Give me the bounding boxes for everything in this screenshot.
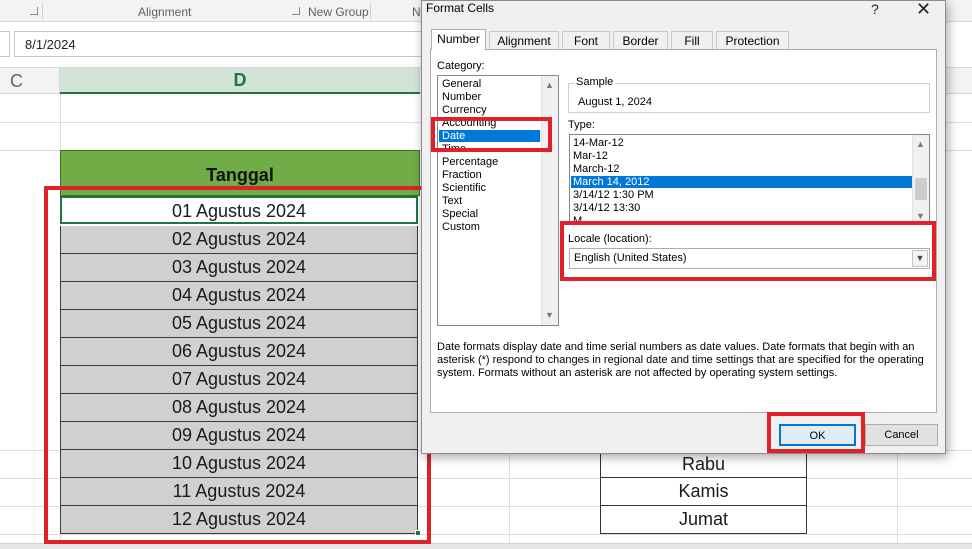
ribbon-group-n: N (412, 5, 421, 19)
sample-value: August 1, 2024 (578, 96, 653, 108)
type-label: Type: (568, 119, 595, 131)
scroll-thumb[interactable] (915, 178, 927, 200)
type-item[interactable]: Mar-12 (573, 150, 608, 162)
highlight-date-range (44, 186, 431, 544)
name-box[interactable] (0, 31, 10, 57)
formula-input[interactable]: 8/1/2024 (14, 31, 464, 57)
dialog-launcher-icon[interactable] (30, 7, 38, 15)
category-item[interactable]: Special (442, 208, 478, 220)
category-label: Category: (437, 60, 485, 72)
category-item[interactable]: General (442, 78, 481, 90)
type-list[interactable]: 14-Mar-12 Mar-12 March-12 March 14, 2012… (569, 134, 930, 224)
category-item[interactable]: Number (442, 91, 481, 103)
tab-number[interactable]: Number (431, 29, 486, 50)
category-item[interactable]: Scientific (442, 182, 486, 194)
category-item[interactable]: Currency (442, 104, 487, 116)
category-list[interactable]: General Number Currency Accounting Date … (437, 75, 559, 326)
tab-alignment[interactable]: Alignment (489, 31, 559, 50)
ribbon-group-alignment: Alignment (138, 5, 192, 19)
type-item[interactable]: 14-Mar-12 (573, 137, 624, 149)
highlight-locale (560, 221, 936, 281)
highlight-date-category (431, 117, 552, 152)
tab-font[interactable]: Font (562, 31, 610, 50)
type-item[interactable]: 3/14/12 1:30 PM (573, 189, 654, 201)
day-cell[interactable]: Jumat (600, 506, 807, 534)
dialog-title: Format Cells (426, 1, 495, 15)
alignment-launcher-icon[interactable] (292, 7, 300, 15)
day-cell[interactable]: Kamis (600, 478, 807, 506)
category-scrollbar[interactable]: ▲ ▼ (541, 76, 558, 325)
category-item[interactable]: Custom (442, 221, 480, 233)
cancel-button[interactable]: Cancel (865, 424, 938, 446)
tab-border[interactable]: Border (613, 31, 668, 50)
ribbon-separator (42, 3, 43, 19)
category-item[interactable]: Percentage (442, 156, 498, 168)
highlight-ok-button (767, 412, 865, 453)
type-item[interactable]: March-12 (573, 163, 619, 175)
scroll-down-icon[interactable]: ▼ (545, 310, 554, 320)
category-item[interactable]: Text (442, 195, 462, 207)
column-header-c[interactable]: C (0, 68, 60, 94)
day-cell[interactable]: Rabu (600, 450, 807, 478)
scroll-up-icon[interactable]: ▲ (545, 80, 554, 90)
type-scrollbar[interactable]: ▲ ▼ (912, 135, 929, 223)
help-icon[interactable]: ? (871, 1, 879, 17)
type-item[interactable]: 3/14/12 13:30 (573, 202, 640, 214)
tab-protection[interactable]: Protection (716, 31, 789, 50)
ribbon-separator (370, 3, 371, 19)
format-description: Date formats display date and time seria… (437, 341, 924, 379)
type-item-selected[interactable]: March 14, 2012 (571, 176, 912, 188)
sample-label: Sample (574, 76, 616, 88)
column-header-d[interactable]: D (60, 68, 420, 94)
tab-fill[interactable]: Fill (671, 31, 713, 50)
scroll-up-icon[interactable]: ▲ (916, 139, 925, 149)
scroll-down-icon[interactable]: ▼ (916, 211, 925, 221)
category-item[interactable]: Fraction (442, 169, 482, 181)
ribbon-group-new-group: New Group (308, 5, 369, 19)
close-icon[interactable]: ✕ (916, 0, 931, 20)
tab-bar: Number Alignment Font Border Fill Protec… (431, 29, 941, 50)
